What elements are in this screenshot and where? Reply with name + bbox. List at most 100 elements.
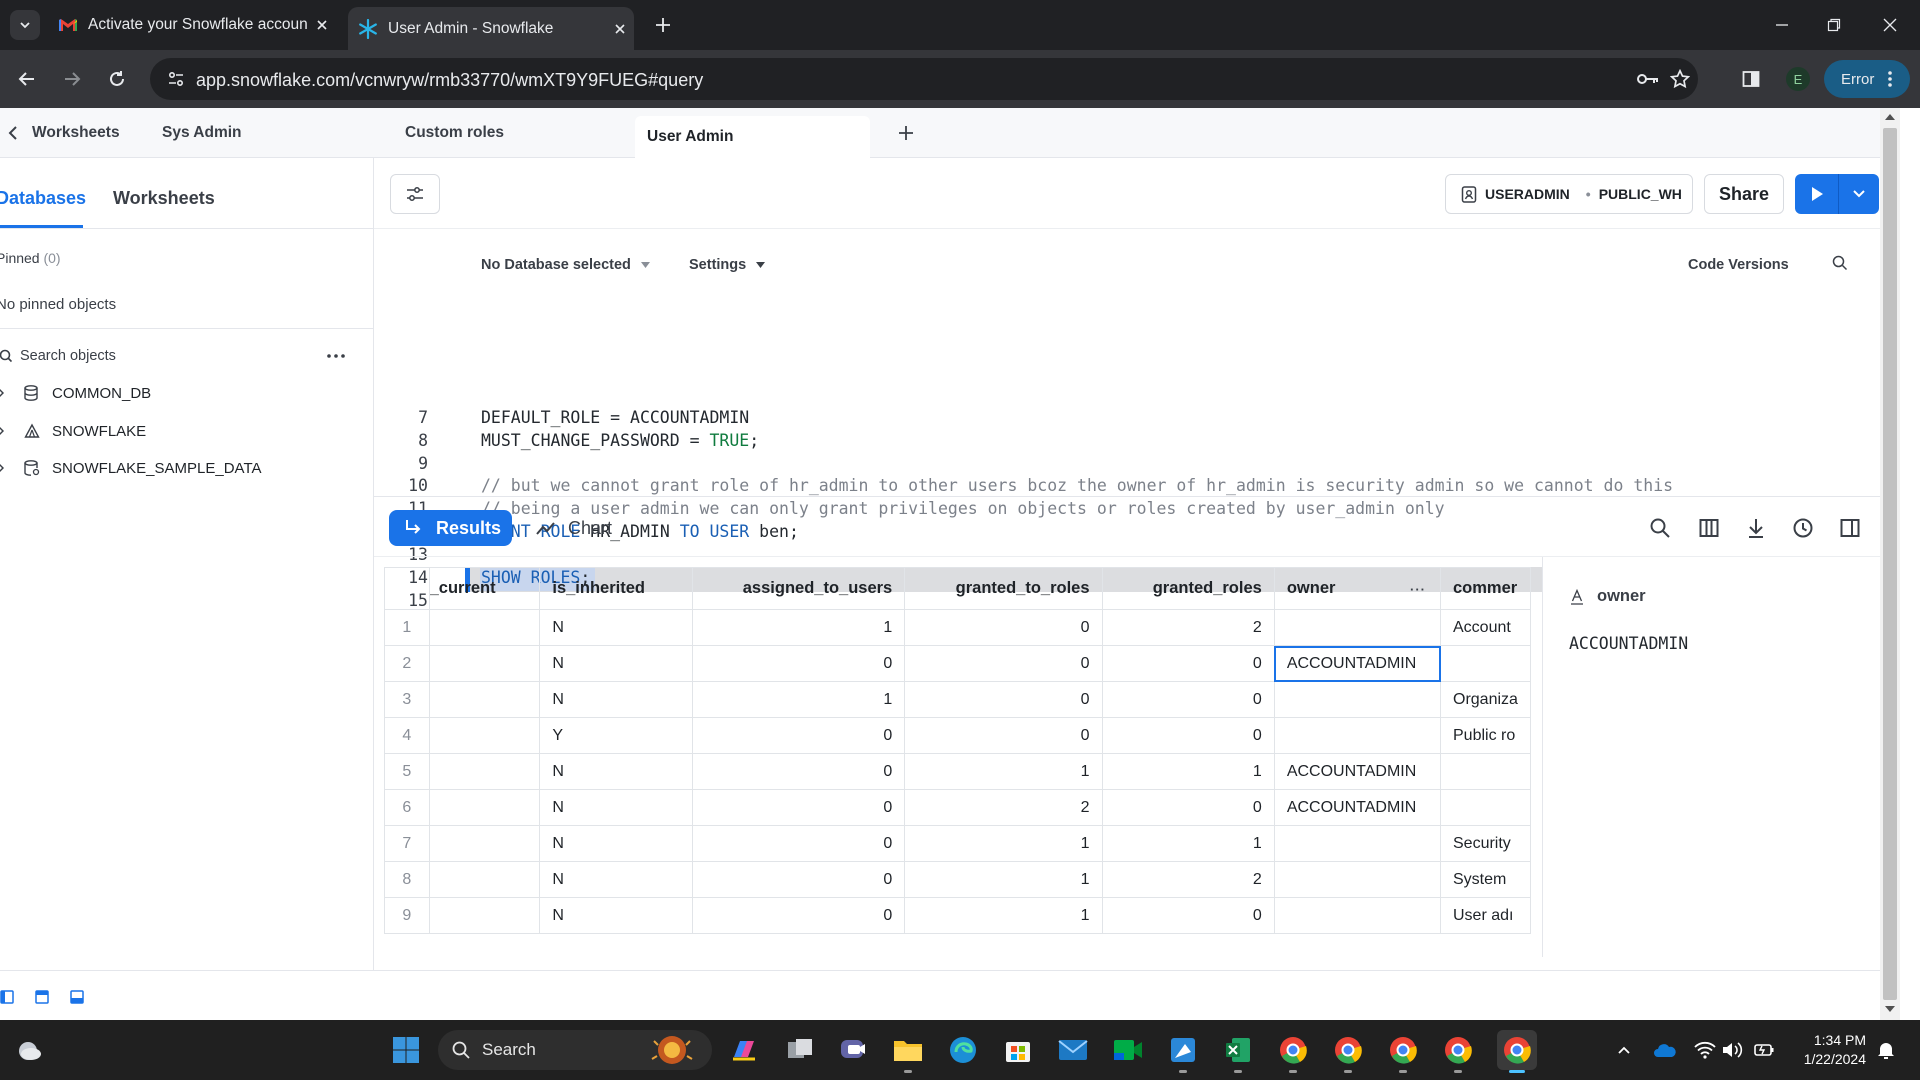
table-row[interactable]: 6 N 0 2 0 ACCOUNTADMIN (384, 789, 1531, 826)
table-row[interactable]: 3 N 1 0 0 Organiza (384, 681, 1531, 718)
table-cell[interactable]: System (1440, 861, 1531, 898)
table-cell[interactable]: N (539, 897, 693, 934)
database-selector[interactable]: No Database selected (481, 257, 650, 273)
start-button[interactable] (390, 1034, 422, 1066)
table-row[interactable]: 7 N 0 1 1 Security (384, 825, 1531, 862)
code-line[interactable]: 9 (374, 454, 1880, 477)
table-cell[interactable]: ACCOUNTADMIN (1273, 753, 1442, 790)
layout-results-icon[interactable] (70, 990, 84, 1004)
column-header[interactable]: _current (428, 567, 541, 610)
browser-tab-user-admin[interactable]: User Admin - Snowflake (348, 7, 634, 50)
table-cell[interactable]: Organiza (1440, 681, 1531, 718)
table-cell[interactable] (1440, 789, 1531, 826)
table-cell[interactable]: Account (1440, 609, 1531, 646)
table-cell[interactable] (1440, 753, 1531, 790)
tab-search-button[interactable] (10, 10, 40, 40)
restore-button[interactable] (1822, 13, 1846, 37)
side-panel-button[interactable] (1738, 66, 1764, 92)
chrome-profile-1-icon[interactable] (1277, 1034, 1309, 1066)
table-cell[interactable]: 1 (904, 861, 1103, 898)
password-key-icon[interactable] (1636, 67, 1660, 91)
profile-avatar[interactable]: E (1786, 67, 1810, 91)
search-objects-row[interactable]: Search objects (0, 348, 360, 364)
tab-custom-roles[interactable]: Custom roles (405, 108, 504, 158)
more-options-icon[interactable] (327, 354, 345, 358)
sidebar-tab-databases[interactable]: Databases (0, 188, 86, 209)
teams-chat-icon[interactable] (838, 1034, 870, 1066)
table-cell[interactable] (1273, 717, 1442, 754)
table-cell[interactable]: N (539, 825, 693, 862)
download-button[interactable] (1743, 515, 1769, 541)
chrome-profile-2-icon[interactable] (1332, 1034, 1364, 1066)
table-row[interactable]: 9 N 0 1 0 User adı (384, 897, 1531, 934)
onedrive-icon[interactable] (1653, 1038, 1677, 1062)
table-cell[interactable]: 0 (691, 861, 906, 898)
settings-menu[interactable]: Settings (689, 257, 766, 273)
volume-icon[interactable] (1720, 1038, 1744, 1062)
task-view-icon[interactable] (784, 1034, 816, 1066)
table-cell[interactable] (1273, 681, 1442, 718)
table-cell[interactable] (1273, 825, 1442, 862)
chevron-right-icon[interactable] (0, 463, 10, 473)
filter-button[interactable] (390, 174, 440, 214)
layout-editor-icon[interactable] (35, 990, 49, 1004)
table-cell[interactable] (428, 897, 541, 934)
chevron-right-icon[interactable] (0, 388, 10, 398)
column-header[interactable]: commer (1440, 567, 1531, 610)
table-cell[interactable]: N (539, 609, 693, 646)
table-cell[interactable]: 1 (904, 897, 1103, 934)
chrome-active-icon[interactable] (1497, 1030, 1537, 1070)
excel-icon[interactable] (1222, 1034, 1254, 1066)
table-cell[interactable] (428, 681, 541, 718)
table-cell[interactable] (1273, 897, 1442, 934)
close-tab-icon[interactable] (308, 19, 336, 31)
table-cell[interactable] (428, 717, 541, 754)
table-cell[interactable] (428, 645, 541, 682)
toggle-detail-panel-button[interactable] (1837, 515, 1863, 541)
table-cell[interactable]: 0 (691, 717, 906, 754)
columns-button[interactable] (1696, 515, 1722, 541)
chevron-right-icon[interactable] (0, 426, 10, 436)
results-tab[interactable]: Results (389, 510, 512, 546)
file-explorer-icon[interactable] (892, 1034, 924, 1066)
tab-sys-admin[interactable]: Sys Admin (162, 108, 242, 158)
table-cell[interactable]: N (539, 789, 693, 826)
search-input[interactable]: Search objects (20, 348, 116, 364)
table-cell[interactable]: 2 (1101, 609, 1275, 646)
minimize-button[interactable] (1770, 13, 1794, 37)
table-cell[interactable] (428, 753, 541, 790)
code-versions-button[interactable]: Code Versions (1688, 257, 1789, 273)
scroll-up-icon[interactable] (1885, 114, 1895, 120)
bookmark-star-icon[interactable] (1668, 67, 1692, 91)
table-cell[interactable]: 0 (904, 645, 1103, 682)
mail-icon[interactable] (1057, 1034, 1089, 1066)
table-cell[interactable]: ACCOUNTADMIN (1273, 789, 1442, 826)
chevron-down-icon[interactable] (1839, 174, 1879, 214)
chevron-up-icon[interactable] (1612, 1038, 1636, 1062)
battery-icon[interactable] (1752, 1038, 1776, 1062)
table-cell[interactable]: 1 (691, 609, 906, 646)
table-cell[interactable]: 0 (1101, 897, 1275, 934)
chrome-profile-3-icon[interactable] (1387, 1034, 1419, 1066)
column-menu-icon[interactable]: ··· (1410, 582, 1426, 597)
table-cell[interactable]: ACCOUNTADMIN (1273, 645, 1442, 682)
table-cell[interactable]: N (539, 645, 693, 682)
table-cell[interactable] (1273, 609, 1442, 646)
table-cell[interactable]: N (539, 681, 693, 718)
microsoft-store-icon[interactable] (1002, 1034, 1034, 1066)
table-cell[interactable] (428, 609, 541, 646)
search-code-button[interactable] (1832, 255, 1848, 271)
share-button[interactable]: Share (1704, 174, 1784, 214)
table-cell[interactable]: 0 (904, 717, 1103, 754)
close-tab-icon[interactable] (606, 23, 634, 35)
database-item-snowflake[interactable]: SNOWFLAKE (0, 414, 374, 448)
scrollbar-thumb[interactable] (1883, 128, 1897, 1000)
table-cell[interactable] (428, 861, 541, 898)
table-cell[interactable]: 0 (691, 645, 906, 682)
weather-icon[interactable] (12, 1034, 44, 1066)
table-cell[interactable]: 0 (691, 897, 906, 934)
close-window-button[interactable] (1878, 13, 1902, 37)
meet-icon[interactable] (1112, 1034, 1144, 1066)
table-cell[interactable]: 2 (904, 789, 1103, 826)
table-cell[interactable]: 0 (691, 825, 906, 862)
